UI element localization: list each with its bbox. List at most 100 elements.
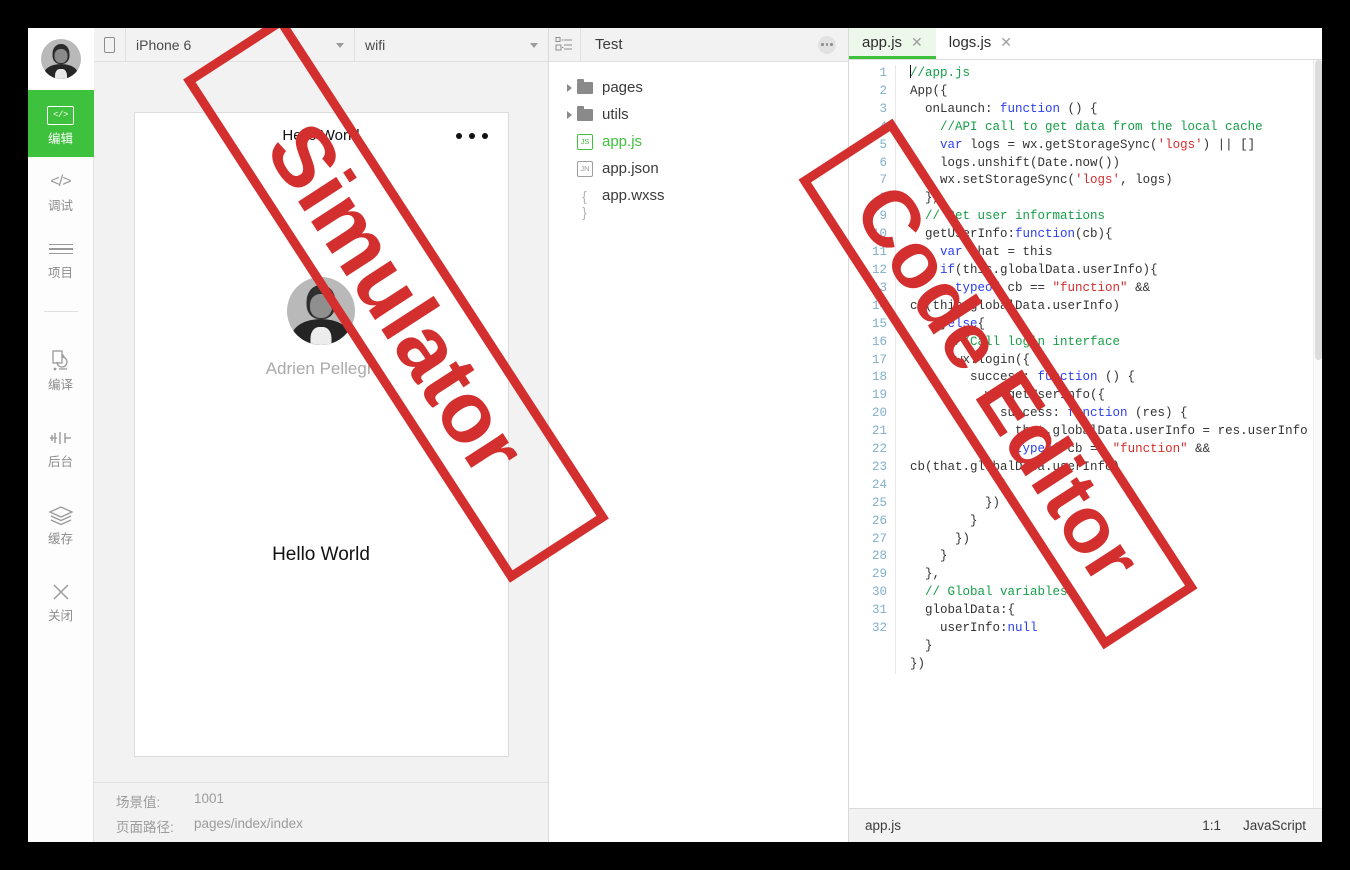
chevron-down-icon	[336, 42, 345, 48]
code-area[interactable]: 1 2 3 4 5 6 7 8 9 10 11 12 13 14 15 16 17 18 19 20 21 22 23 24 2…	[849, 60, 1322, 674]
tree-item-utils[interactable]: utils	[561, 101, 848, 128]
sidebar-item-debug[interactable]: </> 调试	[28, 157, 94, 224]
folder-icon	[577, 105, 593, 121]
sidebar-item-edit[interactable]: </> 编辑	[28, 90, 94, 157]
sidebar-item-background[interactable]: 后台	[28, 403, 94, 480]
code-line: typeof cb == "function" && cb(this.globa…	[910, 280, 1158, 313]
layers-icon	[47, 502, 75, 528]
tree-item-pages-label: pages	[602, 79, 643, 96]
scene-value-label: 场景值:	[116, 795, 161, 810]
line-number: 9	[879, 209, 887, 224]
code-line: userInfo:null	[910, 621, 1038, 636]
status-language: JavaScript	[1242, 818, 1306, 833]
line-number: 1	[879, 66, 887, 80]
file-tree-list: pages utils JS app.js JN app.json { } ap…	[549, 62, 848, 220]
line-number: 11	[871, 245, 887, 260]
code-box-icon: </>	[47, 102, 74, 128]
line-number: 14	[871, 298, 887, 313]
line-number: 8	[879, 191, 887, 206]
three-dots-icon[interactable]	[455, 132, 488, 139]
code-line: typeof cb == "function" && cb(that.globa…	[910, 442, 1218, 474]
background-icon	[46, 425, 76, 451]
scrollbar-thumb[interactable]	[1315, 60, 1322, 360]
tree-item-app-json-label: app.json	[602, 160, 659, 177]
tree-structure-icon[interactable]	[549, 28, 581, 61]
sidebar-item-debug-label: 调试	[47, 199, 73, 213]
tab-logs-js[interactable]: logs.js ✕	[935, 28, 1026, 59]
sidebar-item-project-label: 项目	[47, 266, 73, 280]
account-avatar[interactable]	[28, 28, 94, 90]
network-select[interactable]: wifi	[355, 28, 549, 61]
code-line: onLaunch: function () {	[910, 101, 1098, 116]
phone-icon[interactable]	[94, 28, 126, 61]
code-line: wx.getUserInfo({	[910, 388, 1106, 403]
page-path-row: 页面路径: pages/index/index	[116, 816, 548, 836]
device-select-value: iPhone 6	[136, 36, 192, 53]
sidebar-item-cache[interactable]: 缓存	[28, 480, 94, 557]
js-file-icon: JS	[577, 133, 593, 150]
network-select-value: wifi	[365, 36, 386, 53]
code-line: }	[910, 477, 1008, 492]
sidebar-item-compile[interactable]: 编译	[28, 330, 94, 403]
editor-status-bar: app.js 1:1 JavaScript	[849, 808, 1322, 842]
tree-item-app-wxss-label: app.wxss	[602, 187, 665, 204]
sidebar-item-close-label: 关闭	[47, 609, 73, 623]
line-number: 6	[879, 155, 887, 170]
tree-item-app-json[interactable]: JN app.json	[561, 155, 848, 182]
line-number: 16	[871, 334, 887, 349]
tree-item-app-js[interactable]: JS app.js	[561, 128, 848, 155]
line-number: 20	[871, 406, 887, 421]
code-line: if(this.globalData.userInfo){	[940, 262, 1158, 277]
editor-scrollbar[interactable]	[1313, 60, 1322, 808]
phone-content: Adrien Pellegri Hello World	[135, 157, 508, 756]
lines-icon	[48, 236, 73, 262]
code-line: //app.js	[910, 65, 971, 80]
code-line: wx.login({	[910, 352, 1031, 367]
line-number: 12	[871, 262, 887, 277]
line-number: 31	[871, 603, 887, 618]
close-icon[interactable]: ✕	[911, 35, 923, 49]
tree-item-pages[interactable]: pages	[561, 74, 848, 101]
line-number: 22	[871, 442, 887, 457]
ellipsis-icon[interactable]	[818, 35, 836, 54]
sidebar-item-close[interactable]: 关闭	[28, 557, 94, 634]
code-line: })	[910, 495, 1001, 510]
code-line: logs.unshift(Date.now())	[910, 155, 1121, 170]
angle-brackets-icon: </>	[50, 173, 71, 190]
code-line: },	[910, 567, 941, 582]
page-path-label: 页面路径:	[116, 820, 174, 835]
sidebar-item-project[interactable]: 项目	[28, 224, 94, 291]
sidebar-item-background-label: 后台	[47, 455, 73, 469]
wxss-file-icon: { }	[582, 187, 588, 220]
simulator-footer: 场景值: 1001 页面路径: pages/index/index	[94, 782, 548, 842]
code-content[interactable]: //app.js App({ onLaunch: function () { //…	[895, 65, 1322, 674]
line-number: 27	[871, 531, 887, 546]
chevron-down-icon	[530, 42, 539, 48]
code-line: })	[910, 656, 926, 671]
chevron-right-icon[interactable]	[561, 83, 577, 92]
device-select[interactable]: iPhone 6	[126, 28, 356, 61]
line-number: 4	[879, 119, 887, 134]
line-number: 13	[871, 280, 887, 295]
code-line: success: function (res) {	[910, 406, 1188, 421]
close-icon[interactable]: ✕	[1000, 35, 1012, 49]
line-number-gutter: 1 2 3 4 5 6 7 8 9 10 11 12 13 14 15 16 17 18 19 20 21 22 23 24 2…	[849, 65, 895, 674]
chevron-right-icon[interactable]	[561, 110, 577, 119]
file-tree-header: Test	[549, 28, 848, 62]
editor-scroll-area[interactable]: 1 2 3 4 5 6 7 8 9 10 11 12 13 14 15 16 17 18 19 20 21 22 23 24 2…	[849, 60, 1322, 808]
tree-item-utils-label: utils	[602, 106, 629, 123]
code-line: //Call login interface	[910, 334, 1121, 349]
code-line: getUserInfo:function(cb){	[910, 227, 1113, 242]
sidebar-item-cache-label: 缓存	[47, 532, 73, 546]
line-number: 18	[871, 370, 887, 385]
phone-frame: Hello World Adrien Pellegri Hello World	[133, 112, 509, 757]
status-cursor-position: 1:1	[1202, 818, 1221, 833]
line-number: 21	[871, 424, 887, 439]
phone-body-text: Hello World	[272, 544, 370, 565]
tree-item-app-wxss[interactable]: { } app.wxss	[561, 182, 848, 220]
code-editor-pane: app.js ✕ logs.js ✕ 1 2 3 4 5 6 7 8 9 10 11 12 13 14 15…	[849, 28, 1322, 842]
sidebar-divider	[43, 311, 78, 312]
tab-app-js[interactable]: app.js ✕	[849, 28, 936, 59]
user-profile-name: Adrien Pellegri	[265, 359, 377, 378]
json-file-icon: JN	[577, 160, 593, 177]
